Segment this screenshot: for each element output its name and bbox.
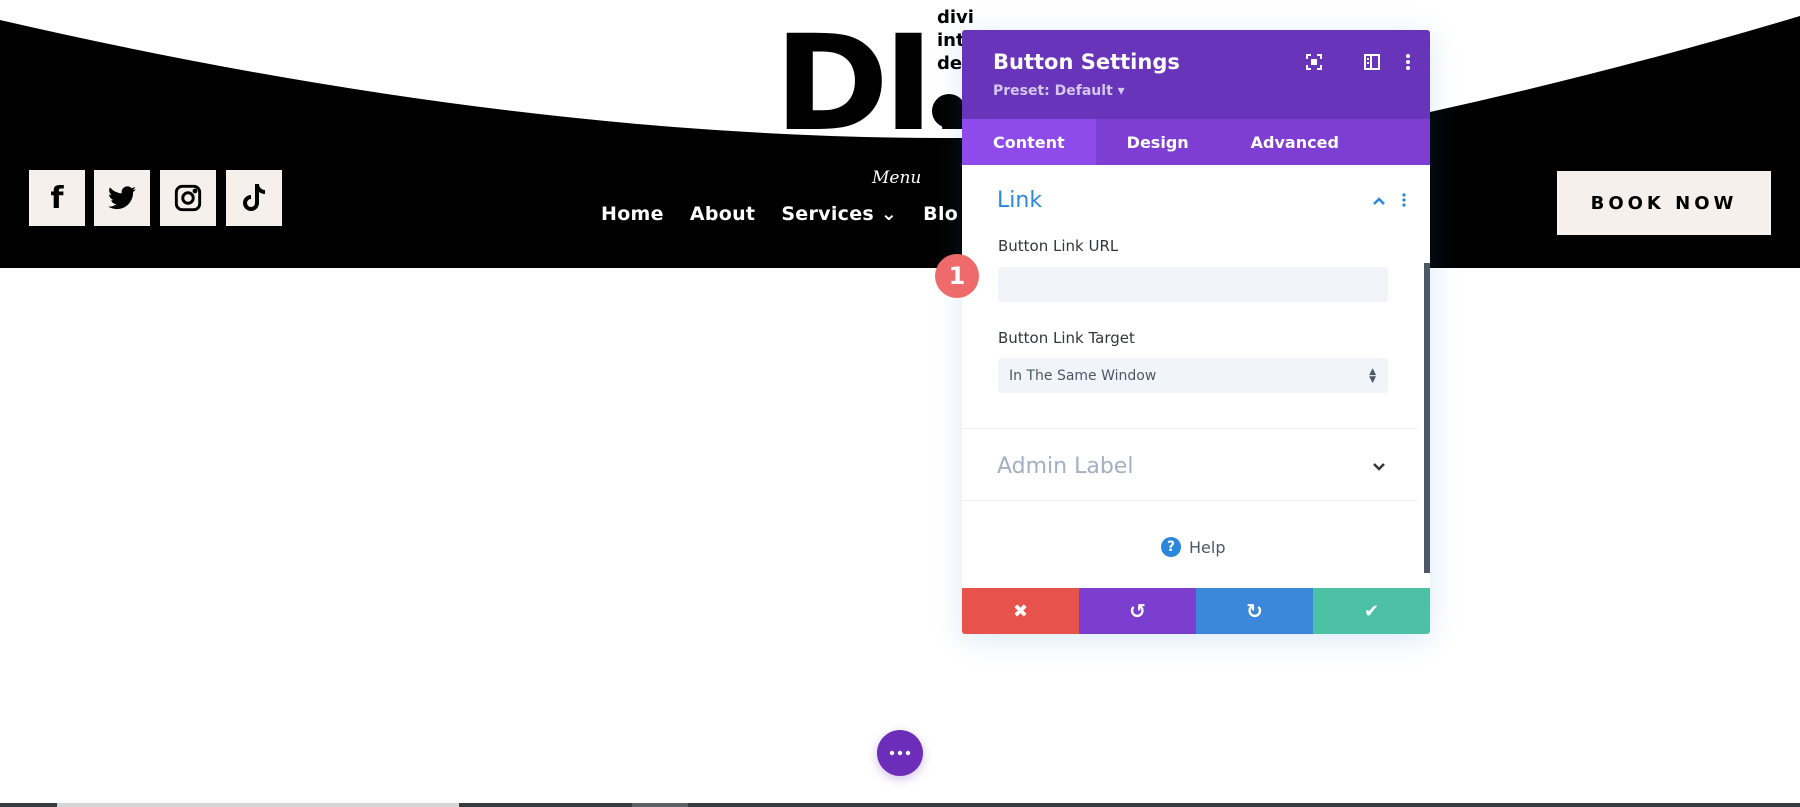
- facebook-link[interactable]: f: [29, 170, 85, 226]
- main-nav: Home About Services ⌄ Blo: [601, 203, 958, 225]
- save-button[interactable]: ✔: [1313, 588, 1430, 634]
- nav-home[interactable]: Home: [601, 203, 664, 225]
- chevron-down-icon[interactable]: [1372, 462, 1386, 472]
- nav-blog[interactable]: Blo: [923, 203, 958, 225]
- button-link-target-select[interactable]: In The Same Window ▲ ▼: [998, 358, 1388, 393]
- logo-dot: [932, 94, 966, 128]
- select-arrows-icon: ▲ ▼: [1369, 366, 1376, 385]
- tiktok-link[interactable]: [226, 170, 282, 226]
- step-badge: 1: [935, 254, 979, 298]
- bottom-bar: [0, 803, 1800, 807]
- button-settings-modal: Button Settings Preset: Default ▾ Conten…: [962, 30, 1430, 634]
- book-now-button[interactable]: BOOK NOW: [1557, 171, 1771, 235]
- twitter-link[interactable]: [94, 170, 150, 226]
- divider: [962, 500, 1417, 501]
- cancel-button[interactable]: ✖: [962, 588, 1079, 634]
- ellipsis-icon: [889, 750, 911, 756]
- nav-about[interactable]: About: [690, 203, 755, 225]
- twitter-icon: [108, 186, 136, 210]
- admin-label-section-toggle[interactable]: Admin Label: [997, 454, 1133, 479]
- more-options-icon[interactable]: [1398, 52, 1418, 72]
- check-icon: ✔: [1363, 600, 1380, 622]
- divider: [962, 428, 1417, 429]
- split-view-icon[interactable]: [1362, 52, 1382, 72]
- redo-icon: ↻: [1246, 599, 1263, 623]
- target-label: Button Link Target: [998, 329, 1135, 347]
- tab-advanced[interactable]: Advanced: [1220, 119, 1370, 165]
- facebook-icon: f: [50, 180, 64, 216]
- help-link[interactable]: ? Help: [1161, 537, 1225, 557]
- redo-button[interactable]: ↻: [1196, 588, 1313, 634]
- tab-content[interactable]: Content: [962, 119, 1096, 165]
- scrollbar[interactable]: [1424, 263, 1430, 573]
- help-icon: ?: [1161, 537, 1181, 557]
- url-label: Button Link URL: [998, 237, 1119, 255]
- tiktok-icon: [243, 184, 265, 211]
- close-icon: ✖: [1012, 600, 1029, 622]
- modal-footer: ✖ ↺ ↻ ✔: [962, 588, 1430, 634]
- undo-icon: ↺: [1129, 599, 1146, 623]
- help-label: Help: [1189, 537, 1226, 557]
- modal-header: Button Settings Preset: Default ▾: [962, 30, 1430, 119]
- menu-script-label: Menu: [872, 168, 922, 188]
- preset-dropdown[interactable]: Preset: Default ▾: [993, 83, 1125, 99]
- instagram-icon: [174, 184, 202, 212]
- instagram-link[interactable]: [160, 170, 216, 226]
- button-link-url-input[interactable]: [998, 267, 1388, 302]
- tab-design[interactable]: Design: [1096, 119, 1220, 165]
- select-value: In The Same Window: [1009, 367, 1157, 384]
- nav-services[interactable]: Services ⌄: [781, 203, 897, 225]
- fullscreen-icon[interactable]: [1304, 52, 1324, 72]
- modal-title: Button Settings: [993, 50, 1180, 74]
- undo-button[interactable]: ↺: [1079, 588, 1196, 634]
- section-options-icon[interactable]: [1402, 193, 1406, 207]
- more-actions-button[interactable]: [877, 730, 923, 776]
- link-section-toggle[interactable]: Link: [997, 188, 1042, 213]
- chevron-up-icon[interactable]: [1372, 196, 1386, 206]
- modal-tabs: Content Design Advanced: [962, 119, 1430, 165]
